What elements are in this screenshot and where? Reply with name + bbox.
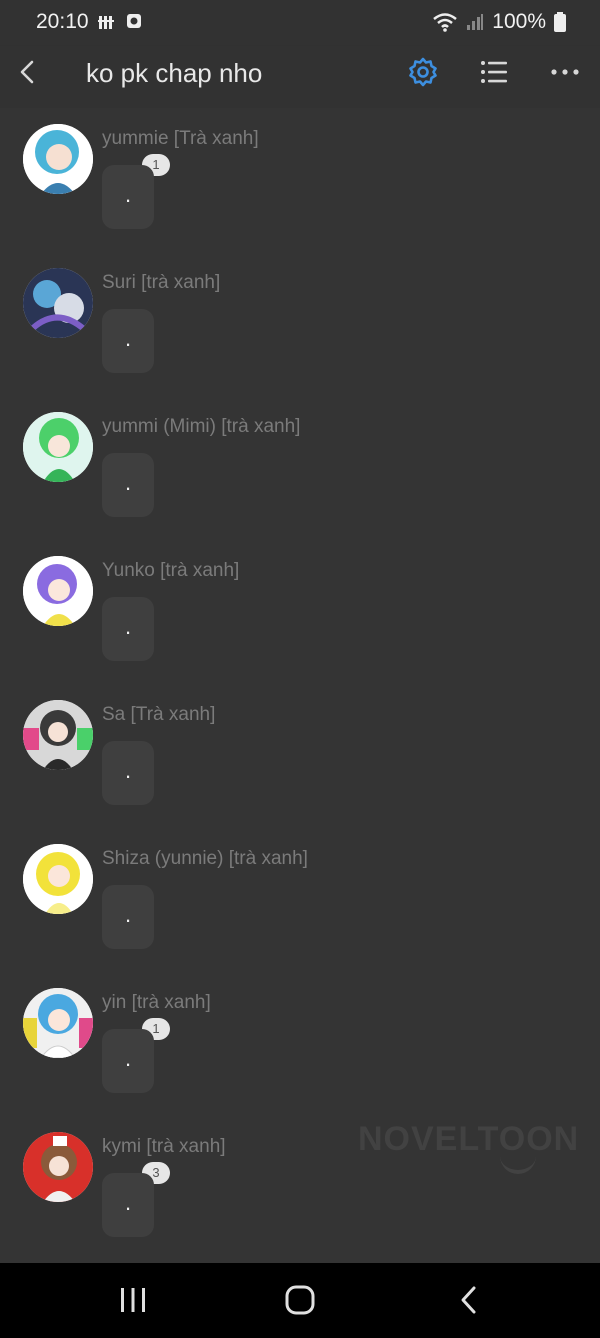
message-text: .: [124, 1046, 132, 1071]
avatar-icon: [23, 700, 93, 770]
battery-icon: [554, 12, 566, 32]
avatar-icon: [23, 124, 93, 194]
avatar-icon: [23, 268, 93, 338]
author-name: Shiza (yunnie) [trà xanh]: [102, 848, 308, 869]
gear-icon: [409, 57, 437, 87]
avatar-icon: [23, 556, 93, 626]
message-text: .: [124, 182, 132, 207]
avatar[interactable]: [23, 556, 93, 626]
message-bubble[interactable]: .: [102, 1173, 154, 1237]
avatar-icon: [23, 412, 93, 482]
message-text: .: [124, 902, 132, 927]
avatar[interactable]: [23, 844, 93, 914]
message-bubble[interactable]: .: [102, 1029, 154, 1093]
notification-icon: [98, 16, 114, 29]
message-text: .: [124, 326, 132, 351]
message-text: .: [124, 470, 132, 495]
message-bubble[interactable]: .: [102, 453, 154, 517]
author-name: yin [trà xanh]: [102, 992, 211, 1013]
message-bubble[interactable]: .: [102, 165, 154, 229]
avatar[interactable]: [23, 268, 93, 338]
back-arrow-icon: [461, 1286, 476, 1314]
app-bar: ko pk chap nho: [0, 46, 600, 108]
avatar[interactable]: [23, 1132, 93, 1202]
recent-apps-icon: [121, 1288, 145, 1312]
message-text: .: [124, 614, 132, 639]
author-name: kymi [trà xanh]: [102, 1136, 226, 1157]
recent-apps-button[interactable]: [118, 1287, 148, 1318]
list-icon: [481, 61, 507, 83]
list-item: Shiza (yunnie) [trà xanh] .: [0, 828, 600, 958]
message-text: .: [124, 1190, 132, 1215]
author-name: yummie [Trà xanh]: [102, 128, 259, 149]
status-notification-icons: [98, 13, 142, 31]
list-item: Yunko [trà xanh] .: [0, 540, 600, 670]
author-name: Sa [Trà xanh]: [102, 704, 216, 725]
list-item: yin [trà xanh] 1 .: [0, 972, 600, 1102]
message-bubble[interactable]: .: [102, 309, 154, 373]
watermark-logo: NOVELTOON: [358, 1120, 580, 1158]
home-button[interactable]: [284, 1285, 316, 1320]
avatar[interactable]: [23, 412, 93, 482]
more-horizontal-icon: [551, 69, 579, 75]
list-item: Sa [Trà xanh] .: [0, 684, 600, 814]
avatar-icon: [23, 1132, 93, 1202]
system-nav-bar: [0, 1263, 600, 1338]
list-item: yummi (Mimi) [trà xanh] .: [0, 396, 600, 526]
avatar[interactable]: [23, 988, 93, 1058]
back-button[interactable]: [12, 56, 44, 88]
app-notification-icon: [127, 14, 141, 28]
author-name: Suri [trà xanh]: [102, 272, 221, 293]
list-item: yummie [Trà xanh] 1 .: [0, 108, 600, 238]
avatar-icon: [23, 988, 93, 1058]
message-text: .: [124, 758, 132, 783]
settings-button[interactable]: [407, 56, 439, 88]
status-bar: 20:10 100%: [0, 0, 600, 46]
signal-icon: [467, 14, 484, 30]
message-bubble[interactable]: .: [102, 741, 154, 805]
battery-percent: 100%: [492, 10, 546, 33]
avatar-icon: [23, 844, 93, 914]
wifi-icon: [433, 13, 458, 32]
author-name: yummi (Mimi) [trà xanh]: [102, 416, 301, 437]
chevron-left-icon: [20, 60, 34, 84]
more-options-button[interactable]: [548, 56, 582, 88]
status-time: 20:10: [36, 10, 89, 33]
avatar[interactable]: [23, 700, 93, 770]
message-bubble[interactable]: .: [102, 597, 154, 661]
list-item: Suri [trà xanh] .: [0, 252, 600, 382]
avatar[interactable]: [23, 124, 93, 194]
author-name: Yunko [trà xanh]: [102, 560, 240, 581]
chat-content[interactable]: yummie [Trà xanh] 1 . Suri [trà xanh] .: [0, 108, 600, 1263]
status-right: 100%: [432, 10, 566, 34]
home-icon: [285, 1285, 315, 1315]
system-back-button[interactable]: [456, 1285, 482, 1320]
chapter-list-button[interactable]: [478, 56, 510, 88]
page-title: ko pk chap nho: [86, 58, 263, 88]
message-bubble[interactable]: .: [102, 885, 154, 949]
